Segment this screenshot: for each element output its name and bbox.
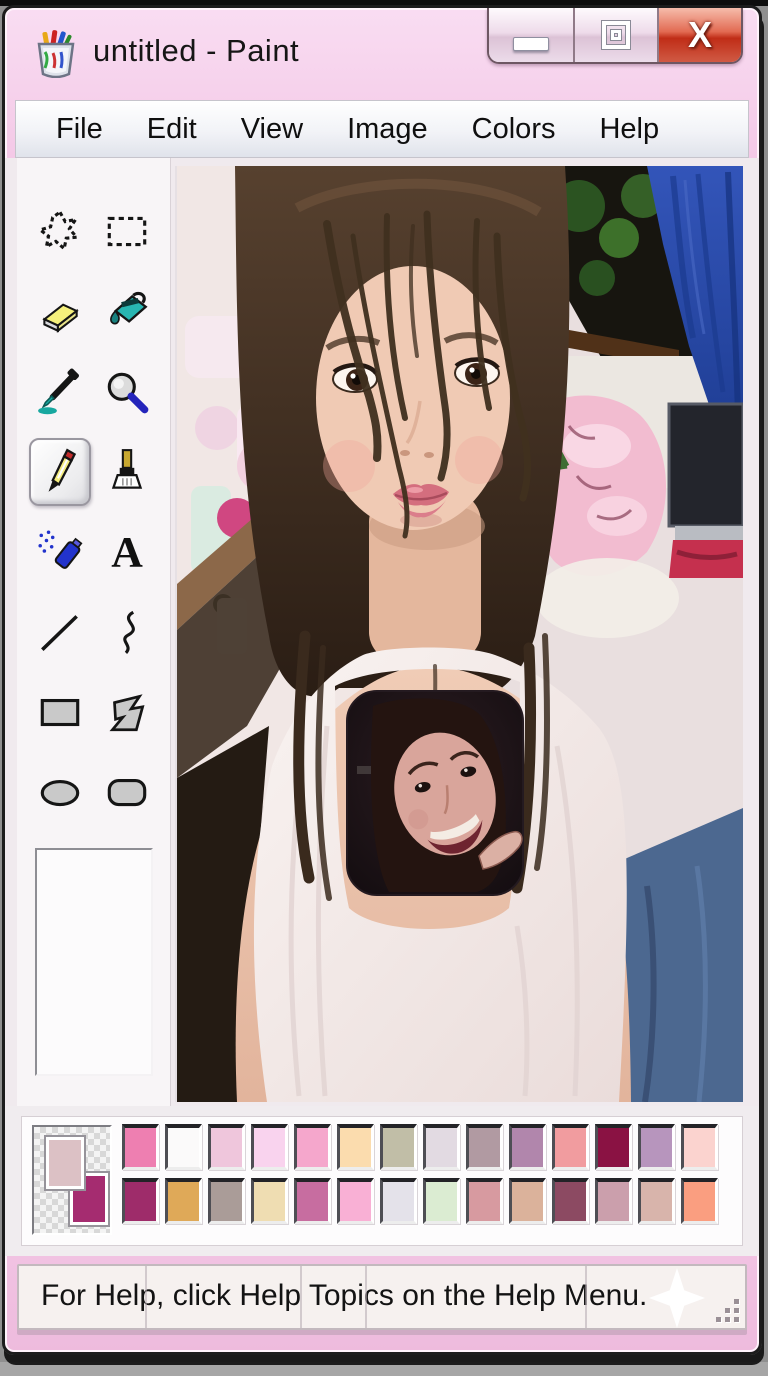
sparkle-decoration [649, 1268, 705, 1328]
maximize-button[interactable] [573, 8, 657, 62]
menu-colors[interactable]: Colors [450, 113, 578, 146]
color-indicator[interactable] [32, 1125, 112, 1235]
palette-swatch[interactable] [208, 1178, 245, 1224]
window-title: untitled - Paint [93, 8, 299, 94]
palette-swatch[interactable] [337, 1124, 374, 1170]
palette-swatch[interactable] [208, 1124, 245, 1170]
palette-swatch[interactable] [681, 1124, 718, 1170]
menu-image[interactable]: Image [325, 113, 450, 146]
palette-swatch[interactable] [165, 1178, 202, 1224]
paint-cup-icon [31, 26, 81, 78]
status-bar: For Help, click Help Topics on the Help … [17, 1264, 747, 1330]
menu-view[interactable]: View [219, 113, 325, 146]
palette-swatch[interactable] [337, 1178, 374, 1224]
palette-swatch[interactable] [595, 1178, 632, 1224]
palette-swatch[interactable] [423, 1178, 460, 1224]
tool-box: A [17, 158, 171, 1106]
palette-swatch[interactable] [552, 1124, 589, 1170]
palette-swatch[interactable] [122, 1178, 159, 1224]
menu-help[interactable]: Help [577, 113, 681, 146]
menu-file[interactable]: File [34, 113, 125, 146]
palette-swatch[interactable] [294, 1124, 331, 1170]
palette-swatch[interactable] [509, 1124, 546, 1170]
tool-options-box[interactable] [35, 848, 153, 1076]
palette-swatch[interactable] [595, 1124, 632, 1170]
paint-window: untitled - Paint X File Edit View Image … [2, 5, 762, 1355]
resize-grip[interactable] [713, 1296, 739, 1322]
drawing-canvas[interactable] [177, 166, 743, 1102]
minimize-icon [513, 37, 549, 51]
window-controls: X [487, 8, 743, 64]
palette-swatch[interactable] [638, 1124, 675, 1170]
tool-pick-color[interactable] [29, 358, 91, 426]
tool-brush[interactable] [96, 438, 158, 506]
tool-fill-with-color[interactable] [96, 278, 158, 346]
palette-swatch[interactable] [380, 1178, 417, 1224]
tool-ellipse[interactable] [29, 758, 91, 826]
palette-swatch[interactable] [681, 1178, 718, 1224]
tool-eraser[interactable] [29, 278, 91, 346]
canvas-photo [177, 166, 743, 1102]
palette-swatch[interactable] [251, 1178, 288, 1224]
tool-rounded-rectangle[interactable] [96, 758, 158, 826]
palette-swatch[interactable] [509, 1178, 546, 1224]
title-bar[interactable]: untitled - Paint X [5, 8, 759, 96]
close-icon: X [688, 17, 712, 53]
tool-line[interactable] [29, 598, 91, 666]
palette-panel [21, 1116, 743, 1246]
palette-swatch[interactable] [466, 1124, 503, 1170]
tool-rectangle[interactable] [29, 678, 91, 746]
palette-swatch[interactable] [638, 1178, 675, 1224]
tool-grid: A [27, 192, 161, 832]
palette-swatch[interactable] [466, 1178, 503, 1224]
tool-select[interactable] [96, 198, 158, 266]
tool-polygon[interactable] [96, 678, 158, 746]
minimize-button[interactable] [489, 8, 573, 62]
palette-swatch[interactable] [251, 1124, 288, 1170]
palette-bar [5, 1106, 759, 1256]
tool-airbrush[interactable] [29, 518, 91, 586]
tool-text[interactable]: A [96, 518, 158, 586]
foreground-color-swatch[interactable] [44, 1135, 86, 1191]
tool-magnifier[interactable] [96, 358, 158, 426]
tool-free-form-select[interactable] [29, 198, 91, 266]
tool-curve[interactable] [96, 598, 158, 666]
menu-edit[interactable]: Edit [125, 113, 219, 146]
palette-swatch[interactable] [380, 1124, 417, 1170]
svg-text:A: A [111, 529, 143, 577]
palette-swatch[interactable] [552, 1178, 589, 1224]
work-area: A [5, 158, 759, 1106]
pasted-photo [347, 691, 523, 895]
close-button[interactable]: X [657, 8, 741, 62]
maximize-icon [602, 21, 630, 49]
palette-swatch[interactable] [122, 1124, 159, 1170]
status-text: For Help, click Help Topics on the Help … [41, 1279, 647, 1312]
tool-pencil[interactable] [29, 438, 91, 506]
palette-swatch[interactable] [165, 1124, 202, 1170]
palette-swatch[interactable] [294, 1178, 331, 1224]
palette-swatch[interactable] [423, 1124, 460, 1170]
menu-bar: File Edit View Image Colors Help [15, 100, 749, 158]
